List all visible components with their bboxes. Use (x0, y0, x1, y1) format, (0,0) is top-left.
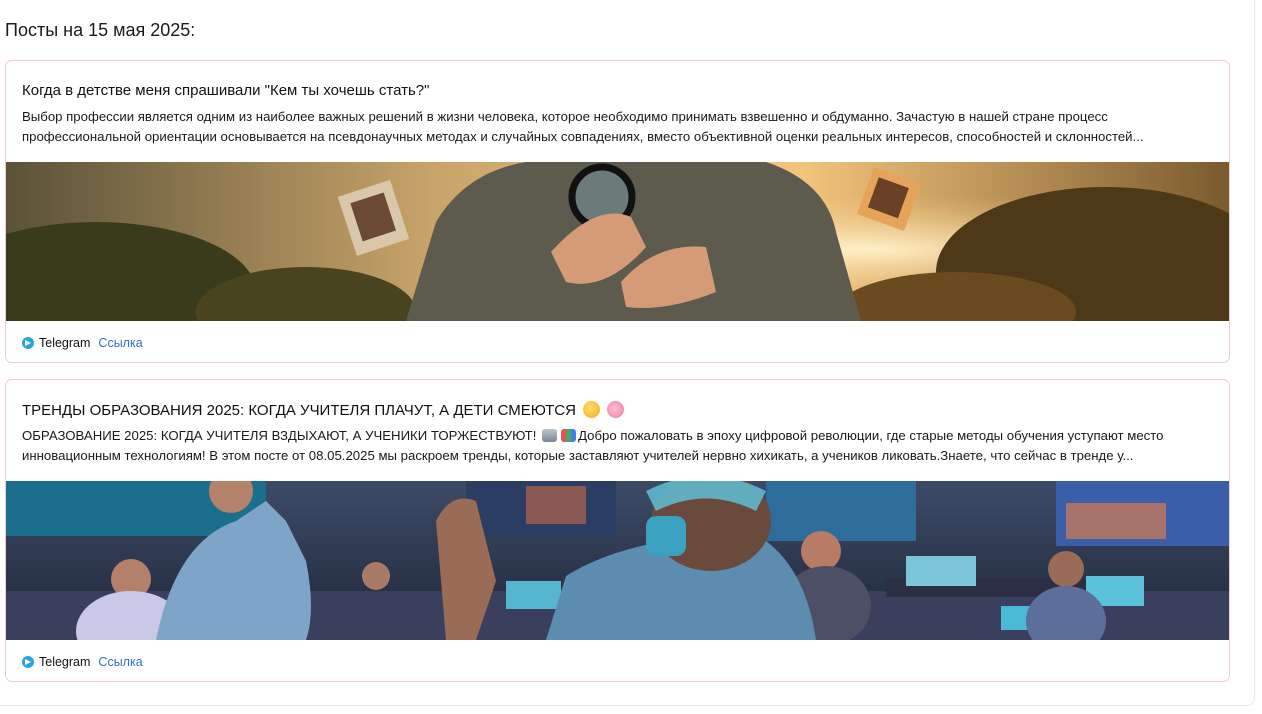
post-excerpt-start: ОБРАЗОВАНИЕ 2025: КОГДА УЧИТЕЛЯ ВЗДЫХАЮТ… (22, 428, 537, 443)
post-excerpt: Выбор профессии является одним из наибол… (22, 109, 1144, 144)
brain-emoji-icon (607, 401, 625, 418)
post-title[interactable]: Когда в детстве меня спрашивали "Кем ты … (22, 82, 429, 99)
futuristic-classroom-image (6, 481, 1229, 640)
books-emoji-icon (561, 429, 577, 442)
page-heading: Посты на 15 мая 2025: (5, 20, 196, 40)
post-title-text: ТРЕНДЫ ОБРАЗОВАНИЯ 2025: КОГДА УЧИТЕЛЯ П… (22, 402, 576, 419)
post-link[interactable]: Ссылка (98, 655, 142, 669)
post-source: Telegram (39, 655, 91, 669)
post-footer: Telegram Ссылка (22, 335, 143, 351)
rolling-laughing-emoji-icon (583, 401, 601, 418)
post-footer: Telegram Ссылка (22, 654, 143, 670)
post-link[interactable]: Ссылка (98, 336, 142, 350)
telegram-icon (22, 656, 34, 668)
person-with-magnifying-glass-image (6, 162, 1229, 321)
post-title[interactable]: ТРЕНДЫ ОБРАЗОВАНИЯ 2025: КОГДА УЧИТЕЛЯ П… (22, 401, 625, 419)
post-card: ТРЕНДЫ ОБРАЗОВАНИЯ 2025: КОГДА УЧИТЕЛЯ П… (5, 379, 1230, 682)
robot-emoji-icon (542, 429, 558, 442)
post-card: Когда в детстве меня спрашивали "Кем ты … (5, 60, 1230, 363)
post-excerpt: ОБРАЗОВАНИЕ 2025: КОГДА УЧИТЕЛЯ ВЗДЫХАЮТ… (22, 426, 1212, 466)
post-source: Telegram (39, 336, 91, 350)
telegram-icon (22, 337, 34, 349)
